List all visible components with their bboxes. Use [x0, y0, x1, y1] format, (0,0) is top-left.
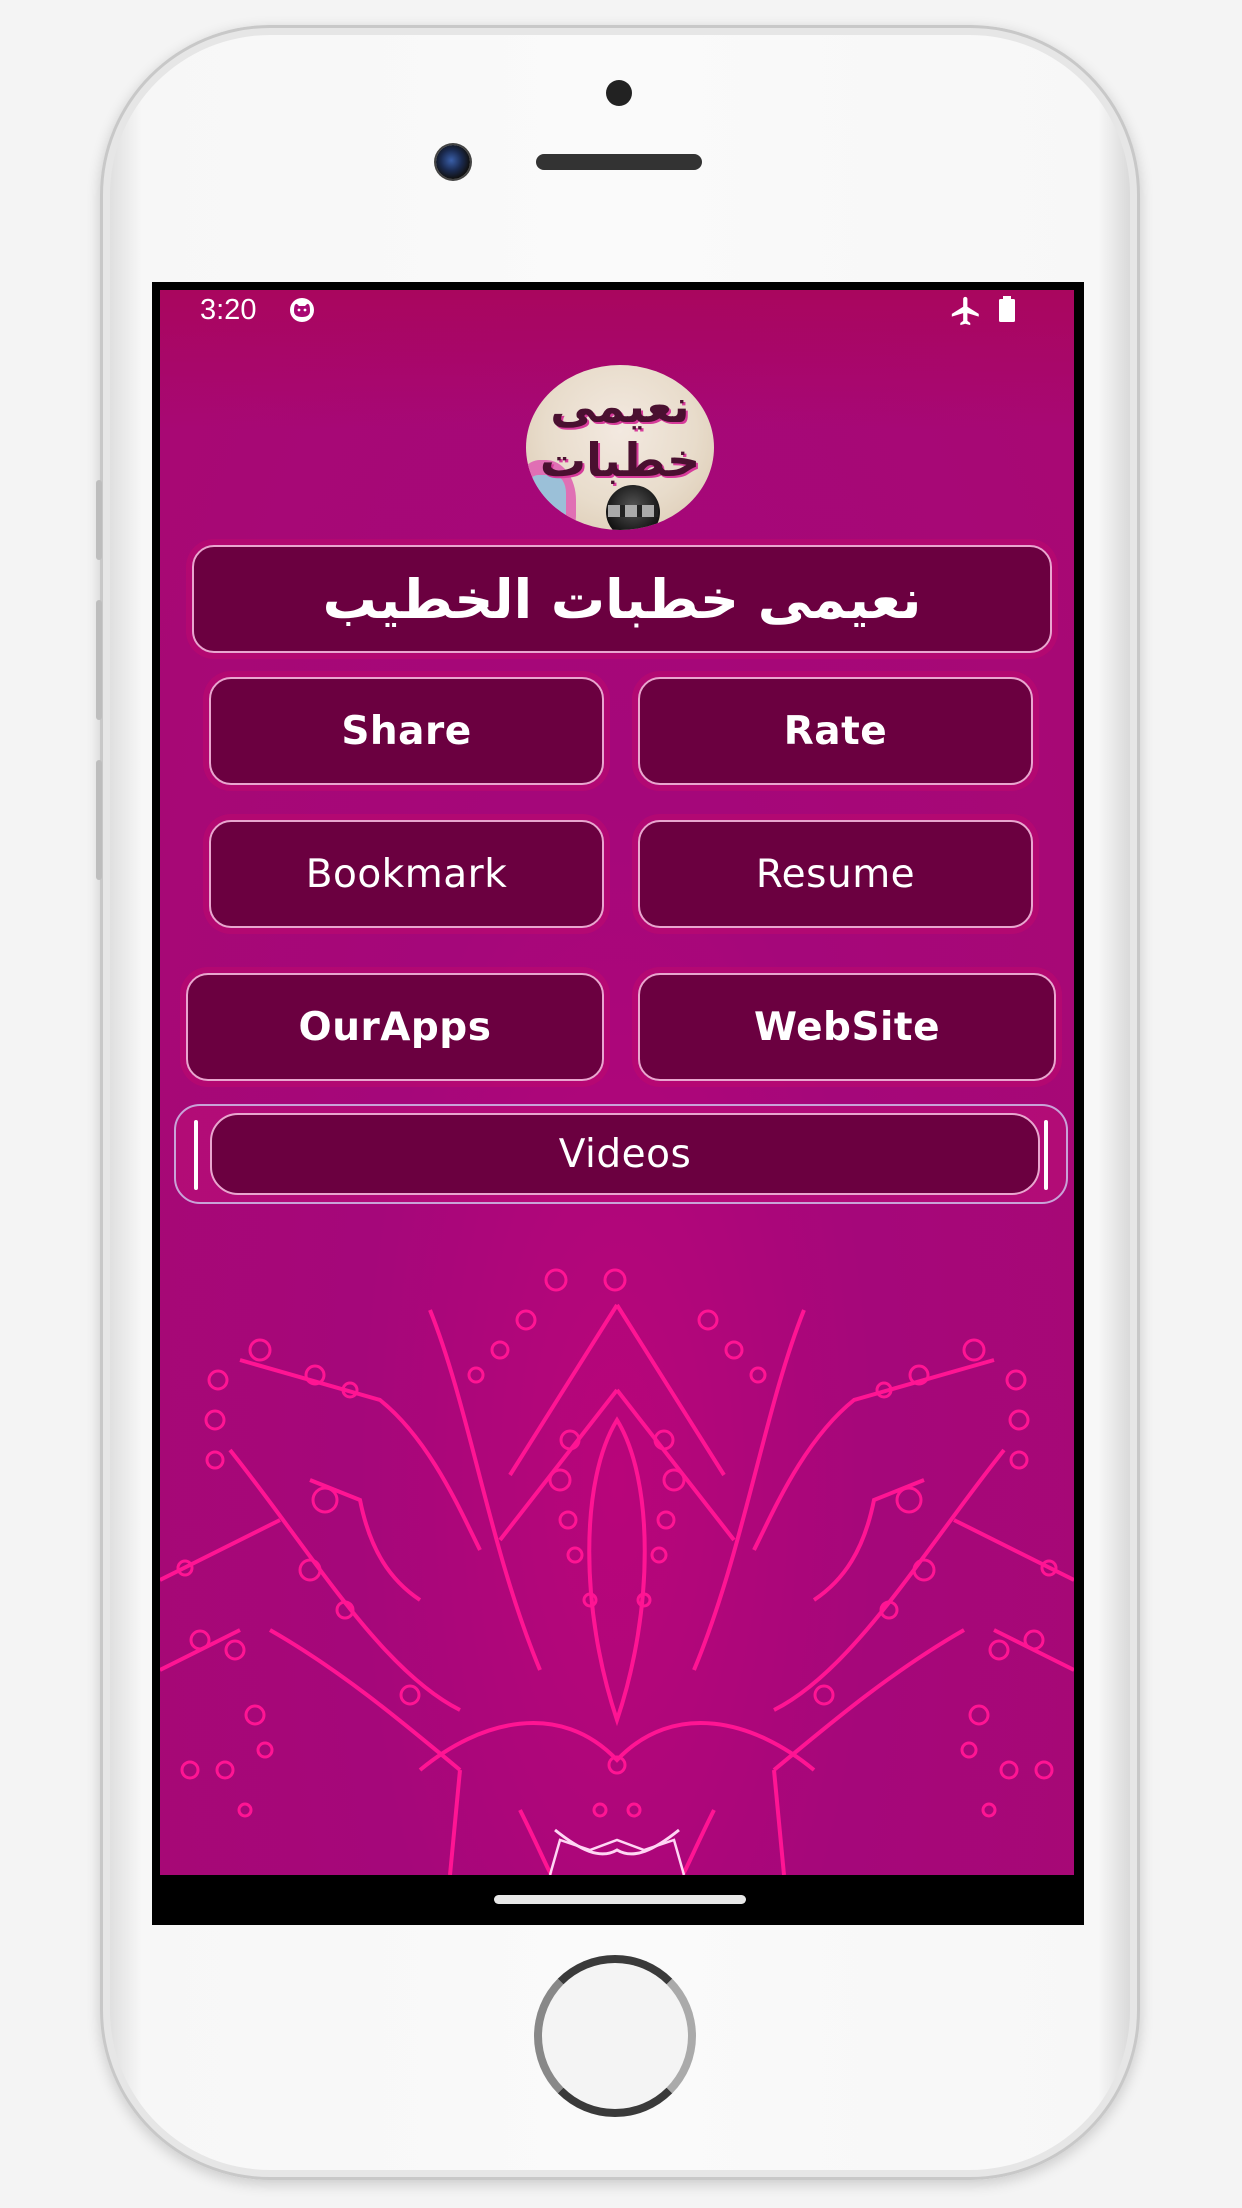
share-button[interactable]: Share [209, 677, 604, 785]
status-bar: 3:20 [160, 290, 1074, 340]
videos-button[interactable]: Videos [210, 1113, 1040, 1195]
our-apps-label: OurApps [298, 1004, 492, 1050]
logo-text: نعیمی خطبات [539, 379, 701, 487]
cat-notification-icon [290, 298, 314, 322]
rate-button[interactable]: Rate [638, 677, 1033, 785]
proximity-sensor-icon [606, 80, 632, 106]
mandala-background [160, 1268, 1074, 1875]
front-camera-icon [436, 145, 470, 179]
our-apps-button[interactable]: OurApps [186, 973, 604, 1081]
earpiece-speaker-icon [536, 154, 702, 170]
frame-edge [1044, 1120, 1048, 1190]
website-button[interactable]: WebSite [638, 973, 1056, 1081]
status-time: 3:20 [200, 294, 257, 326]
home-button-icon[interactable] [534, 1955, 696, 2117]
website-label: WebSite [753, 1004, 941, 1050]
resume-button[interactable]: Resume [638, 820, 1033, 928]
app-title-banner: نعیمی خطبات الخطیب [192, 545, 1052, 653]
rate-label: Rate [783, 708, 888, 754]
app-screen: 3:20 نعیمی خطبات نعیمی خطبات الخطیب Shar… [160, 290, 1074, 1875]
app-title: نعیمی خطبات الخطیب [322, 567, 922, 631]
home-gesture-handle[interactable] [494, 1895, 746, 1904]
share-label: Share [341, 708, 472, 754]
navigation-bar [152, 1875, 1084, 1925]
resume-label: Resume [755, 851, 916, 897]
bookmark-button[interactable]: Bookmark [209, 820, 604, 928]
bookmark-label: Bookmark [305, 851, 508, 897]
videos-label: Videos [558, 1131, 692, 1177]
volume-down-button [96, 760, 102, 880]
app-logo: نعیمی خطبات [526, 365, 714, 530]
volume-up-button [96, 600, 102, 720]
mute-switch [96, 480, 102, 560]
airplane-mode-icon [951, 296, 979, 326]
battery-icon [999, 296, 1015, 322]
frame-edge [194, 1120, 198, 1190]
microphone-band [608, 505, 658, 517]
